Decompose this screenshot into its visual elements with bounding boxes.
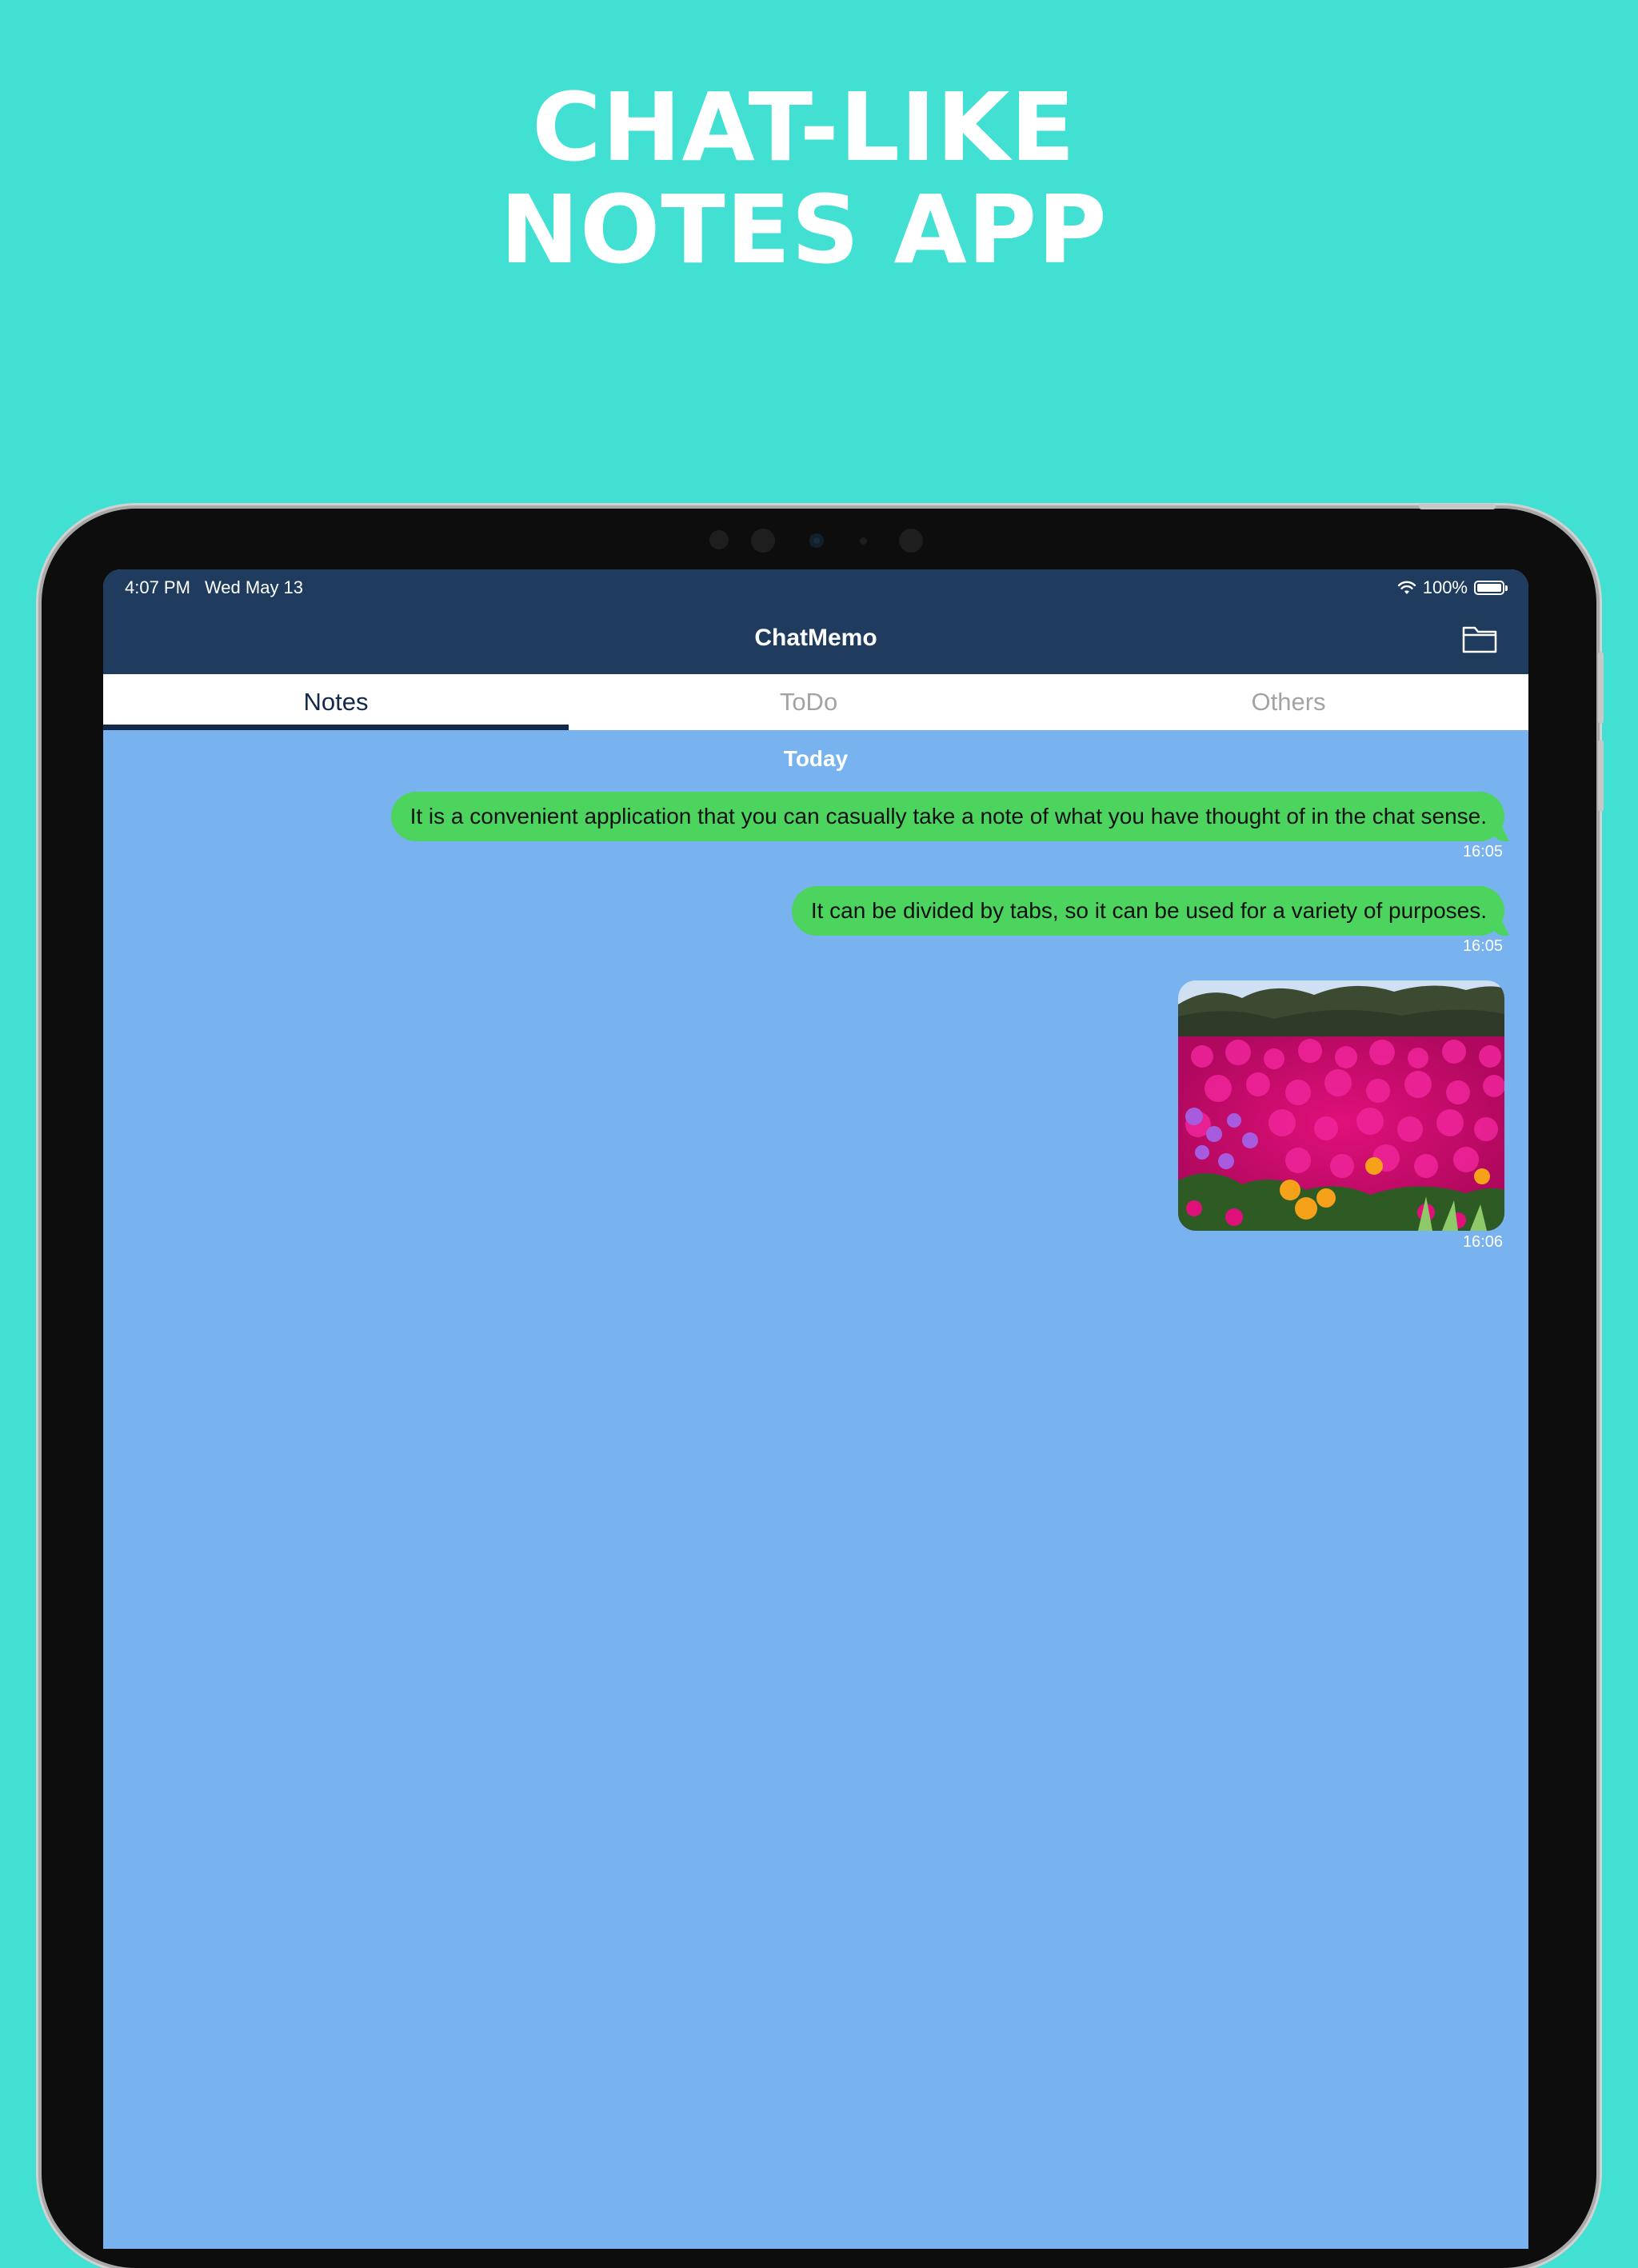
app-screen: 4:07 PM Wed May 13 100% ChatMemo Notes To… — [103, 569, 1528, 2249]
status-bar: 4:07 PM Wed May 13 100% — [103, 569, 1528, 607]
tab-others[interactable]: Others — [1049, 674, 1528, 730]
battery-percent: 100% — [1422, 577, 1468, 597]
top-button — [1419, 504, 1496, 509]
tab-bar: Notes ToDo Others — [103, 674, 1528, 730]
camera-sensor — [709, 530, 729, 549]
app-title: ChatMemo — [754, 625, 877, 651]
message-timestamp: 16:06 — [1462, 1233, 1503, 1251]
message-bubble[interactable]: It can be divided by tabs, so it can be … — [791, 886, 1504, 936]
camera-sensor — [751, 529, 775, 553]
camera-sensor — [899, 529, 923, 553]
date-separator: Today — [783, 746, 849, 771]
message-timestamp: 16:05 — [1462, 843, 1503, 860]
volume-up-button — [1598, 652, 1604, 724]
tab-todo[interactable]: ToDo — [569, 674, 1049, 730]
battery-icon — [1474, 581, 1504, 595]
status-time: 4:07 PM — [125, 577, 190, 597]
folder-button[interactable] — [1461, 623, 1498, 655]
tab-notes[interactable]: Notes — [103, 674, 569, 730]
wifi-icon — [1397, 581, 1416, 594]
headline-line-2: NOTES APP — [500, 174, 1108, 285]
chat-area[interactable]: Today It is a convenient application tha… — [103, 730, 1528, 2249]
volume-down-button — [1598, 740, 1604, 812]
navigation-bar: ChatMemo — [103, 607, 1528, 674]
headline-line-1: CHAT-LIKE — [532, 72, 1076, 182]
folder-icon — [1462, 626, 1497, 653]
promo-headline: CHAT-LIKE NOTES APP — [0, 76, 1608, 281]
camera-sensor — [860, 537, 867, 545]
status-indicators: 100% — [1397, 577, 1508, 598]
flower-photo — [1178, 980, 1504, 1231]
front-camera — [809, 533, 824, 548]
battery-cap — [1505, 585, 1508, 591]
status-date: Wed May 13 — [204, 577, 304, 597]
message-bubble[interactable]: It is a convenient application that you … — [390, 792, 1504, 841]
image-message[interactable] — [1178, 980, 1504, 1231]
status-time-date: 4:07 PM Wed May 13 — [125, 577, 303, 598]
message-timestamp: 16:05 — [1462, 937, 1503, 955]
